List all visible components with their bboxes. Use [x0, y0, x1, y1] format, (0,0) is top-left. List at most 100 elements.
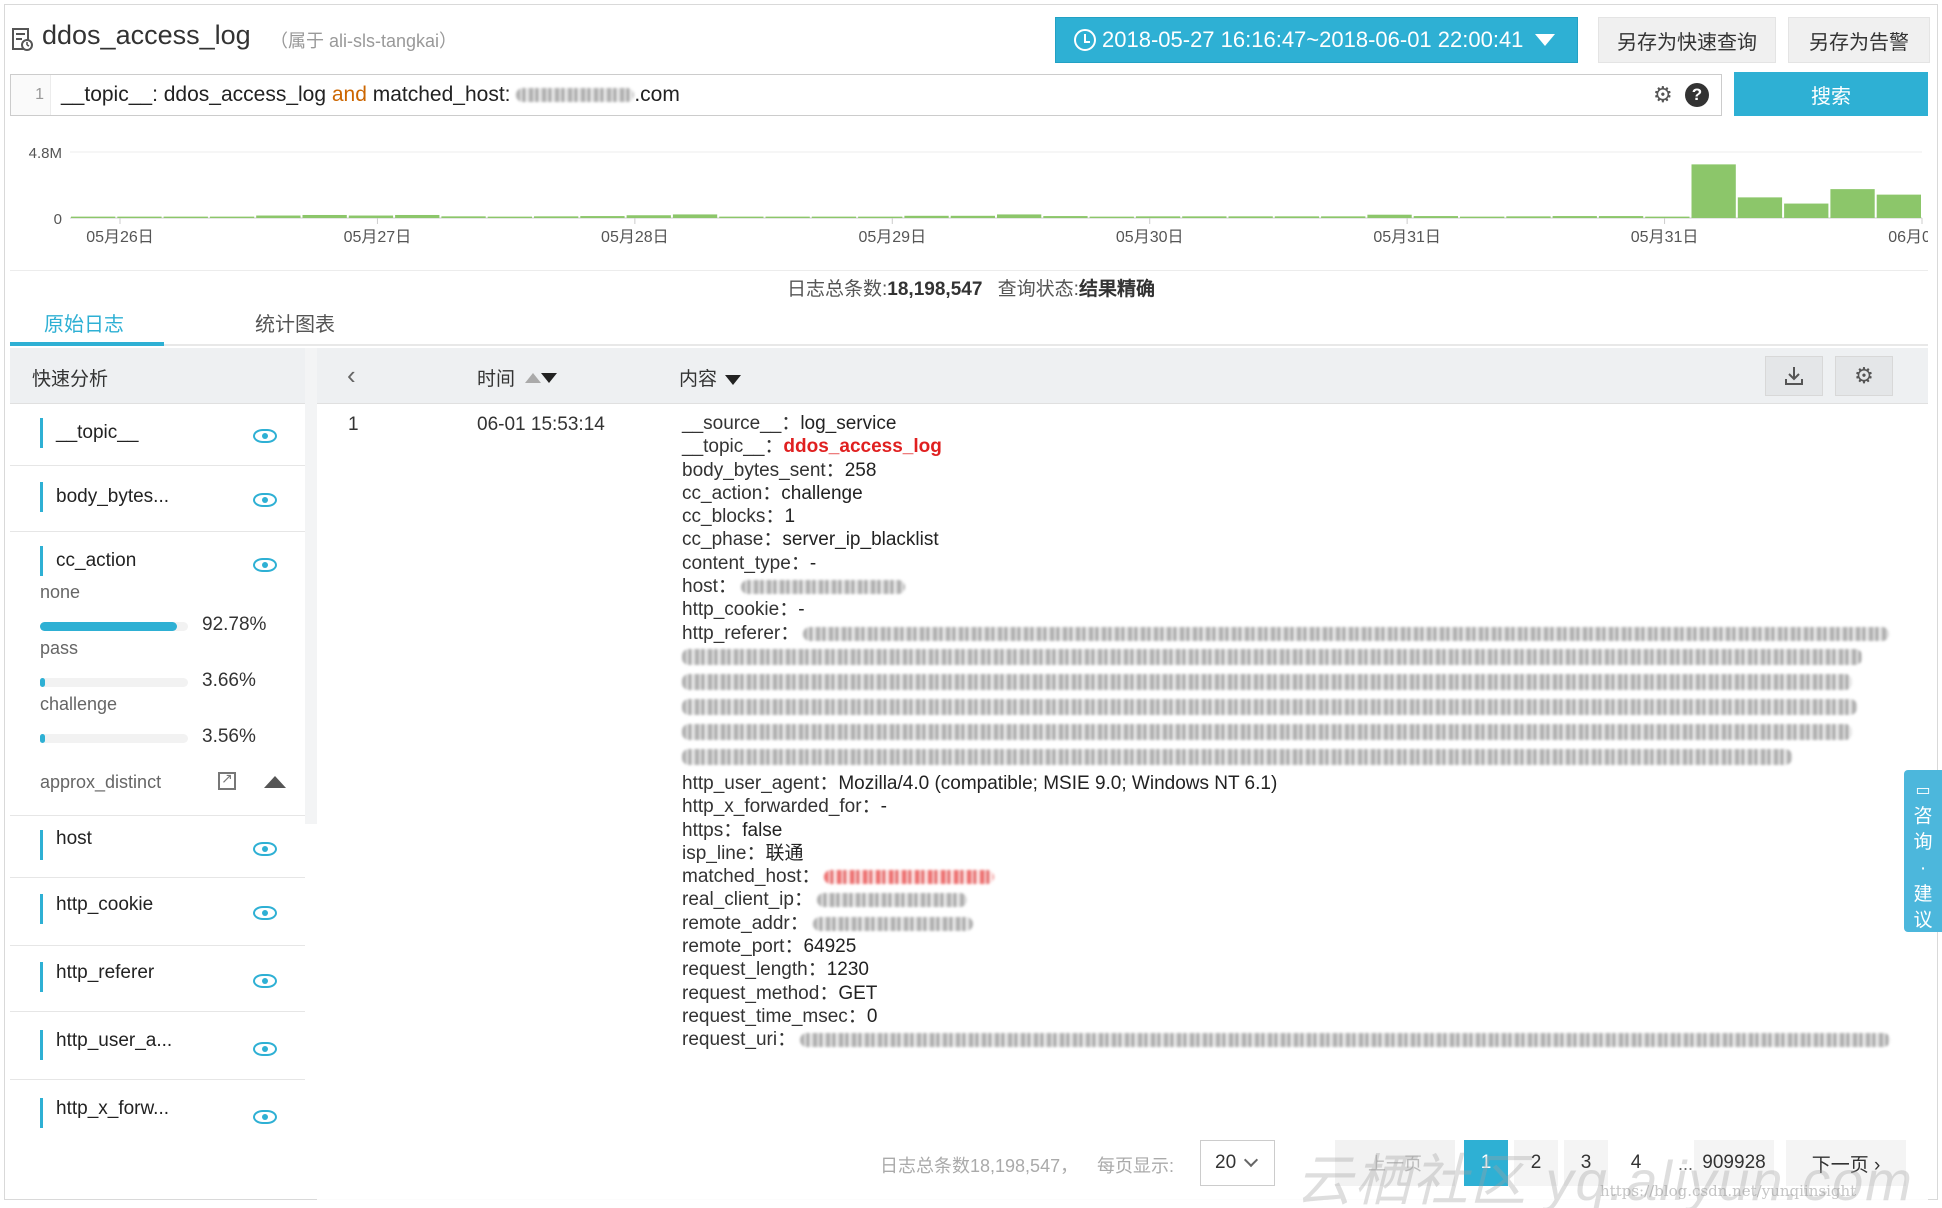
log-field-http-user-agent[interactable]: http_user_agentMozilla/4.0 (compatible; … [682, 772, 1892, 795]
log-field-cc-blocks[interactable]: cc_blocks1 [682, 505, 1892, 528]
eye-icon[interactable] [253, 974, 277, 988]
log-field-value[interactable]: 64925 [803, 936, 856, 957]
log-field-key[interactable]: request_method [682, 983, 838, 1004]
search-button[interactable]: 搜索 [1734, 72, 1928, 116]
log-field-key[interactable]: http_cookie [682, 599, 798, 620]
log-field-value[interactable]: GET [838, 983, 877, 1004]
log-field-request-time-msec[interactable]: request_time_msec0 [682, 1005, 1892, 1028]
log-field-request-method[interactable]: request_methodGET [682, 982, 1892, 1005]
field-item-http-x-forwarded[interactable]: http_x_forw... [10, 1080, 305, 1144]
log-field-isp-line[interactable]: isp_line联通 [682, 842, 1892, 865]
collapse-up-icon[interactable] [264, 776, 286, 788]
log-field-topic[interactable]: __topic__ddos_access_log [682, 435, 1892, 458]
log-field-key[interactable]: remote_port [682, 936, 803, 957]
log-field-value[interactable]: 1230 [827, 959, 869, 980]
log-field-http-referer[interactable]: http_referer [682, 622, 1892, 645]
log-field-remote-port[interactable]: remote_port64925 [682, 935, 1892, 958]
log-field-source[interactable]: __source__log_service [682, 412, 1892, 435]
eye-icon[interactable] [253, 1042, 277, 1056]
log-field-key[interactable]: cc_action [682, 483, 781, 504]
help-icon[interactable]: ? [1685, 83, 1709, 107]
log-field-key[interactable]: host [682, 576, 737, 597]
sort-asc-icon[interactable] [525, 373, 542, 383]
field-item-http-cookie[interactable]: http_cookie [10, 878, 305, 946]
eye-icon[interactable] [253, 906, 277, 920]
collapse-sidebar-icon[interactable]: ‹ [347, 360, 356, 391]
page-size-select[interactable]: 20 [1200, 1140, 1275, 1186]
content-column-header[interactable]: 内容 [679, 364, 742, 391]
time-range-picker[interactable]: 2018-05-27 16:16:47~2018-06-01 22:00:41 [1055, 17, 1578, 63]
log-field-value[interactable]: - [798, 599, 804, 620]
table-settings-button[interactable]: ⚙ [1835, 356, 1893, 396]
tab-statistics-chart[interactable]: 统计图表 [255, 308, 335, 337]
log-field-key[interactable]: real_client_ip [682, 889, 813, 910]
log-field-value[interactable]: 258 [845, 460, 877, 481]
chevron-down-icon[interactable] [725, 375, 742, 385]
stat-bar-none [40, 622, 188, 631]
eye-icon[interactable] [253, 558, 277, 572]
log-field-value[interactable]: - [881, 796, 887, 817]
log-field-value[interactable]: ddos_access_log [783, 436, 941, 457]
field-item-http-referer[interactable]: http_referer [10, 946, 305, 1012]
log-field-cc-phase[interactable]: cc_phaseserver_ip_blacklist [682, 528, 1892, 551]
log-field-request-length[interactable]: request_length1230 [682, 958, 1892, 981]
log-field-body-bytes-sent[interactable]: body_bytes_sent258 [682, 459, 1892, 482]
log-field-key[interactable]: request_uri [682, 1029, 796, 1050]
field-item-http-user-agent[interactable]: http_user_a... [10, 1012, 305, 1080]
log-field-host[interactable]: host [682, 575, 1892, 598]
log-field-key[interactable]: http_x_forwarded_for [682, 796, 881, 817]
field-item-cc-action[interactable]: cc_action none 92.78% pass 3.66% challen… [10, 532, 305, 816]
log-field-value[interactable]: - [810, 553, 816, 574]
field-item-host[interactable]: host [10, 816, 305, 878]
download-button[interactable] [1765, 356, 1823, 396]
field-item-body-bytes[interactable]: body_bytes... [10, 466, 305, 532]
log-field-content-type[interactable]: content_type- [682, 552, 1892, 575]
eye-icon[interactable] [253, 429, 277, 443]
log-field-key[interactable]: isp_line [682, 843, 765, 864]
query-text[interactable]: __topic__: ddos_access_log and matched_h… [61, 83, 680, 107]
eye-icon[interactable] [253, 1110, 277, 1124]
log-field-key[interactable]: request_time_msec [682, 1006, 867, 1027]
field-item-topic[interactable]: __topic__ [10, 404, 305, 466]
sort-desc-icon[interactable] [541, 373, 558, 383]
query-editor[interactable]: 1 __topic__: ddos_access_log and matched… [10, 74, 1722, 116]
eye-icon[interactable] [253, 493, 277, 507]
log-field-value[interactable]: server_ip_blacklist [782, 529, 938, 550]
log-field-key[interactable]: http_user_agent [682, 773, 838, 794]
log-field-value[interactable]: false [742, 820, 782, 841]
log-field-key[interactable]: https [682, 820, 742, 841]
log-field-https[interactable]: httpsfalse [682, 819, 1892, 842]
tab-raw-logs[interactable]: 原始日志 [44, 308, 124, 337]
log-field-value[interactable]: challenge [781, 483, 862, 504]
log-field-key[interactable]: content_type [682, 553, 810, 574]
log-field-value[interactable]: 联通 [765, 843, 803, 864]
log-field-http-cookie[interactable]: http_cookie- [682, 598, 1892, 621]
save-quick-query-button[interactable]: 另存为快速查询 [1598, 17, 1776, 63]
log-field-value[interactable]: Mozilla/4.0 (compatible; MSIE 9.0; Windo… [838, 773, 1277, 794]
log-field-key[interactable]: matched_host [682, 866, 820, 887]
log-field-key[interactable]: cc_phase [682, 529, 782, 550]
approx-distinct-link[interactable]: approx_distinct [40, 772, 161, 793]
log-field-value[interactable]: 1 [784, 506, 795, 527]
log-field-key[interactable]: remote_addr [682, 913, 809, 934]
log-field-key[interactable]: cc_blocks [682, 506, 784, 527]
log-field-value[interactable]: log_service [800, 413, 896, 434]
log-field-key[interactable]: body_bytes_sent [682, 460, 845, 481]
external-link-icon[interactable] [218, 770, 236, 790]
consult-suggestion-tab[interactable]: ▭ 咨询·建议 [1904, 770, 1942, 932]
log-field-http-x-forwarded-for[interactable]: http_x_forwarded_for- [682, 795, 1892, 818]
time-column-header[interactable]: 时间 [477, 364, 558, 391]
gear-icon[interactable]: ⚙ [1653, 84, 1675, 106]
log-field-key[interactable]: __topic__ [682, 436, 783, 457]
log-field-matched-host[interactable]: matched_host [682, 865, 1892, 888]
log-field-key[interactable]: http_referer [682, 623, 799, 644]
log-field-value[interactable]: 0 [867, 1006, 878, 1027]
eye-icon[interactable] [253, 842, 277, 856]
log-field-key[interactable]: __source__ [682, 413, 800, 434]
log-field-remote-addr[interactable]: remote_addr [682, 912, 1892, 935]
save-alarm-button[interactable]: 另存为告警 [1788, 17, 1930, 63]
log-field-cc-action[interactable]: cc_actionchallenge [682, 482, 1892, 505]
log-field-real-client-ip[interactable]: real_client_ip [682, 888, 1892, 911]
log-field-request-uri[interactable]: request_uri [682, 1028, 1892, 1051]
log-field-key[interactable]: request_length [682, 959, 827, 980]
